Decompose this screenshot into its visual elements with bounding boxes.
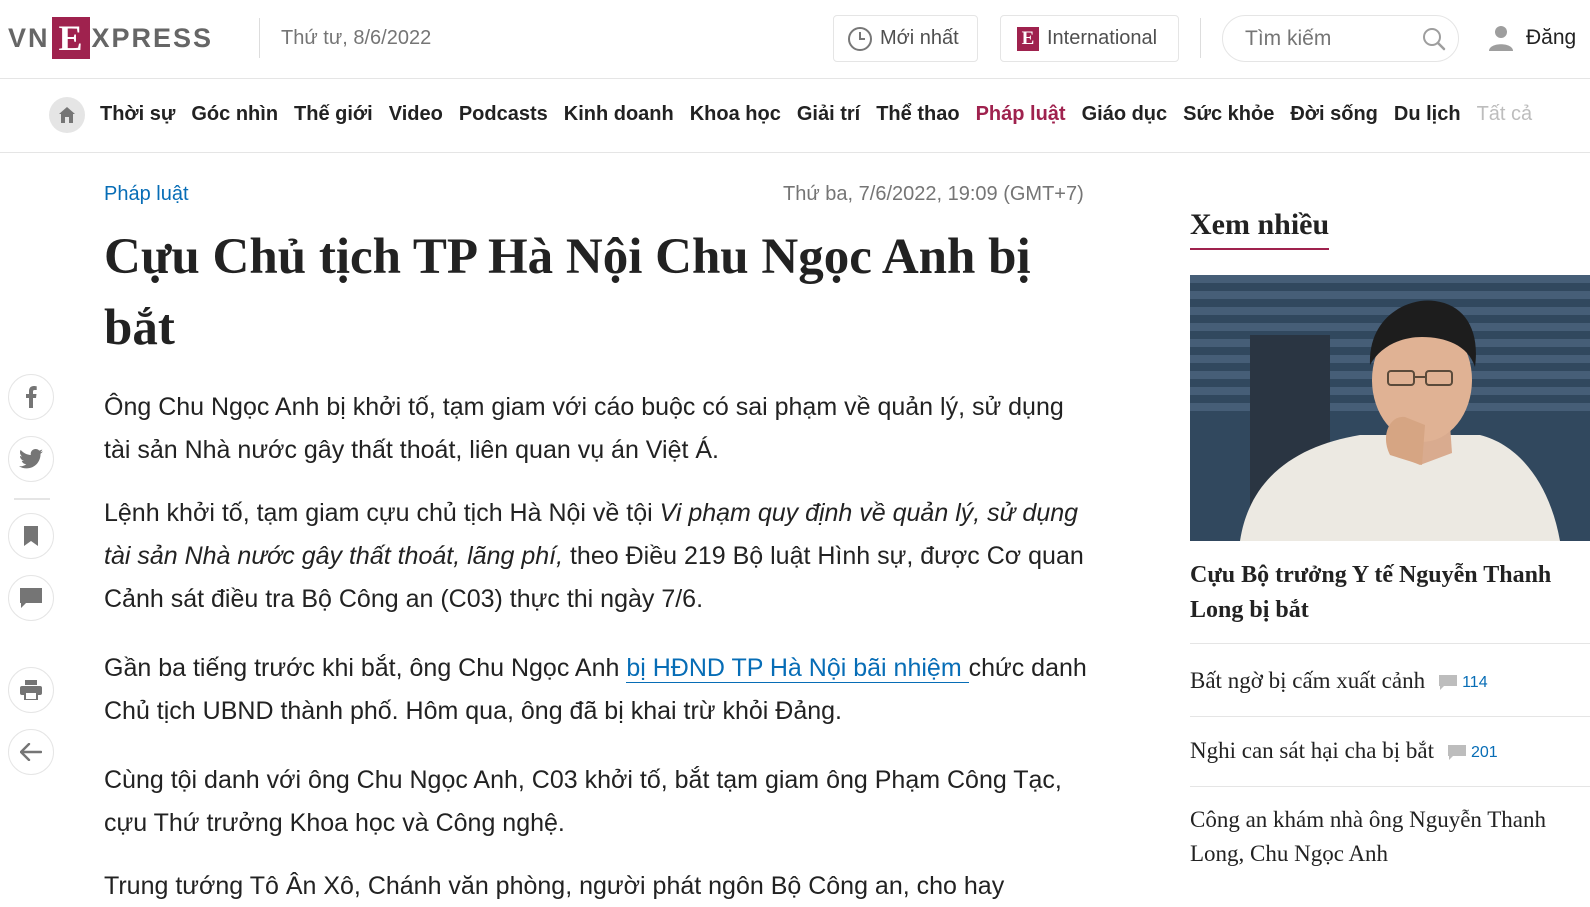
nav-item[interactable]: Podcasts [459, 103, 548, 126]
nav-item[interactable]: Thời sự [100, 103, 175, 126]
most-viewed-item-title: Nghi can sát hại cha bị bắt [1190, 738, 1434, 763]
sidebar-divider [1190, 716, 1590, 717]
bookmark-icon [24, 526, 38, 546]
e-edition-icon: E [1017, 26, 1039, 51]
print-button[interactable] [8, 667, 54, 713]
search-input[interactable] [1245, 26, 1415, 51]
login-button[interactable]: Đăng [1488, 24, 1576, 52]
most-viewed-lead-title[interactable]: Cựu Bộ trưởng Y tế Nguyễn Thanh Long bị … [1190, 558, 1590, 628]
twitter-icon [19, 449, 43, 469]
most-viewed-item[interactable]: Nghi can sát hại cha bị bắt 201 [1190, 734, 1590, 770]
newest-button[interactable]: Mới nhất [833, 15, 978, 62]
nav-all-sections[interactable]: Tất cả [1477, 103, 1533, 126]
most-viewed-item-title: Bất ngờ bị cấm xuất cảnh [1190, 668, 1426, 693]
facebook-share-button[interactable] [8, 374, 54, 420]
article-lead: Ông Chu Ngọc Anh bị khởi tố, tạm giam vớ… [104, 393, 1064, 464]
most-viewed-heading: Xem nhiều [1190, 208, 1330, 250]
related-article-link[interactable]: bị HĐND TP Hà Nội bãi nhiệm [626, 654, 969, 683]
main-navigation: Thời sự Góc nhìn Thế giới Video Podcasts Kinh… [0, 79, 1590, 153]
login-label: Đăng [1526, 26, 1577, 49]
home-icon [59, 107, 75, 123]
article-paragraph: Gần ba tiếng trước khi bắt, ông Chu Ngọc… [104, 654, 1087, 725]
comment-icon [1439, 675, 1458, 691]
most-viewed-thumbnail[interactable] [1190, 275, 1590, 541]
comment-icon [1447, 745, 1466, 761]
nav-item[interactable]: Giải trí [797, 103, 860, 126]
article-category[interactable]: Pháp luật [104, 183, 189, 206]
logo-text-right: XPRESS [91, 22, 214, 53]
home-button[interactable] [49, 97, 85, 133]
nav-item[interactable]: Góc nhìn [191, 103, 278, 126]
nav-item[interactable]: Video [389, 103, 443, 126]
logo-e-mark: E [51, 17, 90, 59]
arrow-left-icon [20, 743, 42, 761]
logo-text-left: VN [8, 22, 50, 53]
clock-icon [848, 26, 872, 51]
comment-count[interactable]: 114 [1439, 666, 1488, 700]
article-paragraph: Lệnh khởi tố, tạm giam cựu chủ tịch Hà N… [104, 499, 1084, 613]
search-box[interactable] [1222, 15, 1459, 62]
comment-icon [20, 588, 42, 608]
bookmark-button[interactable] [8, 513, 54, 559]
most-viewed-item[interactable]: Bất ngờ bị cấm xuất cảnh 114 [1190, 664, 1590, 700]
top-header: VN E XPRESS Thứ tư, 8/6/2022 Mới nhất E … [0, 0, 1590, 79]
sidebar-divider [1190, 643, 1590, 644]
current-date: Thứ tư, 8/6/2022 [281, 27, 432, 49]
article-paragraph: Trung tướng Tô Ân Xô, Chánh văn phòng, n… [104, 872, 1005, 900]
nav-item[interactable]: Giáo dục [1082, 103, 1168, 126]
comment-count[interactable]: 201 [1447, 736, 1498, 770]
nav-item[interactable]: Thế giới [294, 103, 373, 126]
header-divider [259, 18, 260, 58]
vnexpress-logo[interactable]: VN E XPRESS [8, 16, 213, 60]
article-paragraph: Cùng tội danh với ông Chu Ngọc Anh, C03 … [104, 766, 1062, 837]
print-icon [20, 680, 42, 700]
newest-label: Mới nhất [880, 27, 959, 49]
most-viewed-item-title: Công an khám nhà ông Nguyễn Thanh Long, … [1190, 807, 1547, 866]
nav-item[interactable]: Du lịch [1394, 103, 1461, 126]
most-viewed-item[interactable]: Công an khám nhà ông Nguyễn Thanh Long, … [1190, 803, 1590, 871]
sidebar-divider [1190, 786, 1590, 787]
nav-item[interactable]: Đời sống [1290, 103, 1378, 126]
nav-item[interactable]: Thể thao [876, 103, 959, 126]
international-button[interactable]: E International [1000, 15, 1179, 62]
nav-item[interactable]: Kinh doanh [564, 103, 674, 126]
share-divider [14, 498, 50, 500]
nav-item[interactable]: Sức khỏe [1183, 103, 1274, 126]
back-button[interactable] [8, 729, 54, 775]
article-published-date: Thứ ba, 7/6/2022, 19:09 (GMT+7) [783, 183, 1084, 205]
nav-item[interactable]: Pháp luật [976, 103, 1066, 126]
comment-button[interactable] [8, 575, 54, 621]
nav-items: Thời sự Góc nhìn Thế giới Video Podcasts Kinh… [100, 103, 1548, 126]
search-icon[interactable] [1422, 27, 1446, 51]
header-divider [1200, 18, 1201, 58]
user-icon [1489, 26, 1513, 51]
international-label: International [1047, 27, 1158, 49]
twitter-share-button[interactable] [8, 436, 54, 482]
facebook-icon [26, 386, 37, 408]
nav-item[interactable]: Khoa học [690, 103, 781, 126]
article-title: Cựu Chủ tịch TP Hà Nội Chu Ngọc Anh bị b… [104, 229, 1031, 356]
